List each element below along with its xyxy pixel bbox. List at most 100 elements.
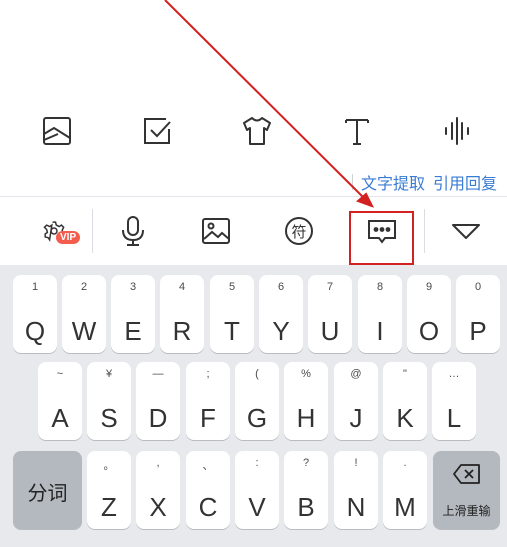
key-m[interactable]: .M [383, 451, 427, 529]
tshirt-icon[interactable] [240, 114, 274, 148]
key-label: D [148, 403, 168, 433]
key-u[interactable]: 7U [308, 275, 352, 353]
key-label: A [51, 403, 69, 433]
key-e[interactable]: 3E [111, 275, 155, 353]
key-sub: " [403, 368, 407, 380]
key-d[interactable]: — D [136, 362, 180, 440]
key-label: R [172, 316, 192, 346]
key-sub: @ [350, 368, 362, 380]
key-n[interactable]: ! N [334, 451, 378, 529]
key-label: B [297, 492, 315, 522]
key-sub: ¥ [105, 368, 113, 380]
key-v[interactable]: :V [235, 451, 279, 529]
key-label: M [394, 492, 416, 522]
key-sub: ! [354, 457, 358, 469]
keyboard: 1Q 2W 3E 4R 5T 6Y 7U 8I 9O 0P ~ A ¥ S — D ;… [0, 265, 507, 547]
key-y[interactable]: 6Y [259, 275, 303, 353]
key-sub: 2 [80, 281, 88, 293]
key-i[interactable]: 8I [358, 275, 402, 353]
key-g[interactable]: (G [235, 362, 279, 440]
key-q[interactable]: 1Q [13, 275, 57, 353]
key-p[interactable]: 0P [456, 275, 500, 353]
highlight-box [349, 211, 414, 265]
keyboard-toolbar: VIP 符 [0, 197, 507, 265]
key-label: G [246, 403, 268, 433]
key-sub: ~ [56, 368, 64, 380]
key-a[interactable]: ~ A [38, 362, 82, 440]
settings-vip-icon[interactable]: VIP [34, 213, 81, 249]
image-frame-icon[interactable] [40, 114, 74, 148]
key-l[interactable]: … L [432, 362, 476, 440]
key-sub: 4 [178, 281, 186, 293]
divider [351, 174, 353, 190]
key-sub: ; [206, 368, 210, 380]
key-o[interactable]: 9O [407, 275, 451, 353]
collapse-icon[interactable] [446, 213, 486, 249]
symbol-label: 符 [291, 224, 307, 241]
key-label: H [296, 403, 316, 433]
key-label: 分词 [27, 483, 68, 505]
quote-reply-link[interactable]: 引用回复 [433, 170, 497, 194]
key-label: I [376, 316, 384, 346]
key-r[interactable]: 4R [160, 275, 204, 353]
top-toolbar [0, 100, 507, 160]
key-k[interactable]: " K [383, 362, 427, 440]
key-z[interactable]: 。 Z [87, 451, 131, 529]
key-label: U [320, 316, 340, 346]
key-label: L [446, 403, 462, 433]
key-sub: 9 [425, 281, 433, 293]
key-label: X [149, 492, 167, 522]
key-sub: 、 [202, 460, 214, 472]
divider [92, 209, 93, 253]
key-sub: 8 [376, 281, 384, 293]
key-j[interactable]: @ J [334, 362, 378, 440]
symbol-icon[interactable]: 符 [279, 213, 319, 249]
delete-icon [433, 463, 500, 490]
microphone-icon[interactable] [113, 213, 153, 249]
key-sub: 6 [277, 281, 285, 293]
text-icon[interactable] [340, 114, 374, 148]
vip-badge: VIP [56, 231, 81, 244]
delete-key[interactable]: 上滑重输 [433, 451, 500, 529]
key-x[interactable]: ,X [136, 451, 180, 529]
key-sub: ( [255, 368, 259, 380]
key-label: S [100, 403, 118, 433]
key-label: T [224, 316, 240, 346]
key-label: E [124, 316, 142, 346]
key-sub: . [403, 457, 407, 469]
key-w[interactable]: 2W [62, 275, 106, 353]
key-c[interactable]: 、 C [186, 451, 230, 529]
key-f[interactable]: ; F [186, 362, 230, 440]
key-label: W [71, 316, 97, 346]
key-label: F [200, 403, 216, 433]
key-h[interactable]: % H [284, 362, 328, 440]
key-b[interactable]: ? B [284, 451, 328, 529]
checkbox-icon[interactable] [140, 114, 174, 148]
key-sub: — [152, 368, 164, 380]
key-sub: , [156, 457, 160, 469]
key-sub: … [448, 368, 460, 380]
quick-links: 文字提取 引用回复 [351, 170, 497, 194]
delete-label: 上滑重输 [442, 504, 491, 518]
key-t[interactable]: 5T [210, 275, 254, 353]
divider [424, 209, 425, 253]
voice-wave-icon[interactable] [440, 114, 474, 148]
picture-icon[interactable] [196, 213, 236, 249]
key-label: V [248, 492, 266, 522]
key-label: O [418, 316, 440, 346]
key-sub: 0 [474, 281, 482, 293]
key-label: Z [101, 492, 117, 522]
key-sub: 3 [129, 281, 137, 293]
key-s[interactable]: ¥ S [87, 362, 131, 440]
key-label: K [396, 403, 414, 433]
text-extract-link[interactable]: 文字提取 [361, 170, 425, 194]
key-label: Q [24, 316, 46, 346]
key-sub: 1 [31, 281, 39, 293]
key-sub: % [301, 368, 311, 380]
key-label: J [349, 403, 363, 433]
key-sub: 7 [326, 281, 334, 293]
key-label: N [346, 492, 366, 522]
key-sub: : [255, 457, 259, 469]
fenci-key[interactable]: 分词 [13, 451, 82, 529]
key-sub: 5 [228, 281, 236, 293]
